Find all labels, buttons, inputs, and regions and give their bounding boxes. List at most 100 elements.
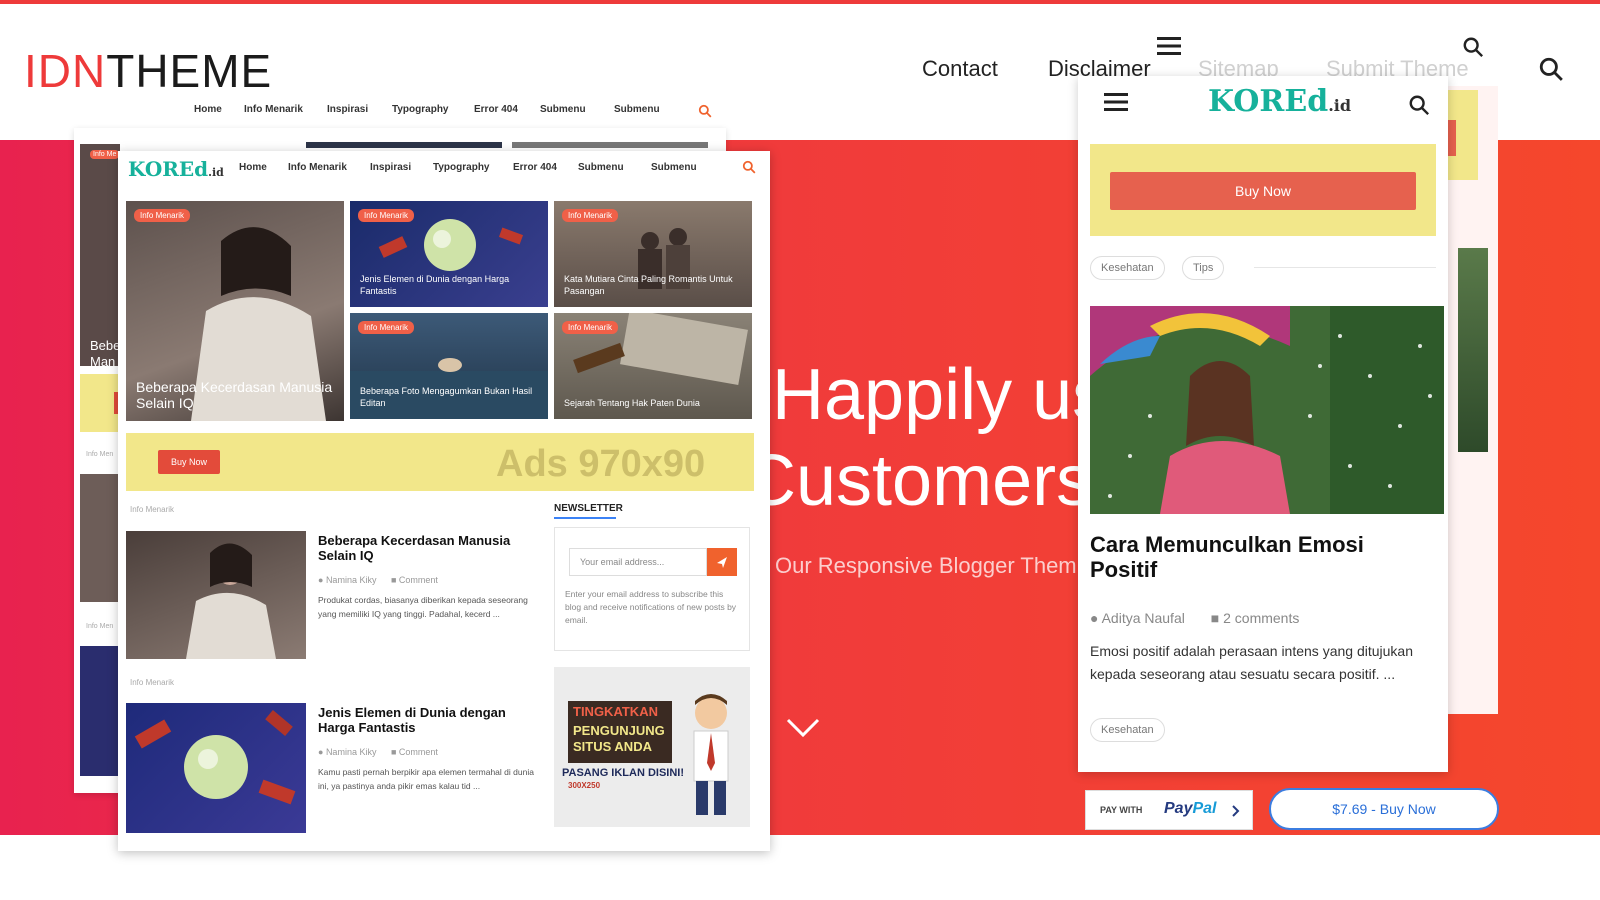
desktop-search-icon[interactable]	[742, 160, 756, 174]
back-post-image-2	[80, 646, 120, 776]
pay-with-label: PAY WITH	[1100, 805, 1143, 815]
back-tile-strip-2	[512, 142, 708, 148]
mobile-hamburger-icon[interactable]	[1104, 92, 1128, 112]
mobile-post-title[interactable]: Cara Memunculkan Emosi Positif	[1090, 532, 1430, 582]
nav-typography[interactable]: Typography	[433, 162, 489, 173]
back-nav-submenu-2[interactable]: Submenu	[614, 104, 660, 115]
promo-size: 300X250	[568, 781, 601, 790]
mobile-ad-banner: Buy Now	[1090, 144, 1436, 236]
tag-kesehatan[interactable]: Kesehatan	[1090, 256, 1165, 280]
featured-caption-3[interactable]: Kata Mutiara Cinta Paling Romantis Untuk…	[564, 273, 742, 297]
scroll-down-chevron-icon[interactable]	[786, 718, 820, 738]
user-icon: ●	[1090, 610, 1102, 626]
post-comments-1[interactable]: Comment	[399, 575, 438, 585]
featured-tile-3[interactable]: Info Menarik Kata Mutiara Cinta Paling R…	[554, 201, 752, 307]
kored-logo[interactable]: KOREd.id	[128, 157, 224, 181]
hero-subtitle: Our Responsive Blogger Them	[775, 553, 1077, 578]
featured-badge[interactable]: Info Menarik	[134, 209, 191, 222]
featured-tile-2[interactable]: Info Menarik Jenis Elemen di Dunia denga…	[350, 201, 548, 307]
tag-kesehatan-bottom[interactable]: Kesehatan	[1090, 718, 1165, 742]
newsletter-underline	[554, 517, 616, 519]
post-image-2[interactable]	[126, 703, 306, 833]
post-author-1[interactable]: Namina Kiky	[326, 575, 377, 585]
back-tile-caption-1: Bebe	[90, 338, 121, 353]
mobile-logo-suffix: .id	[1328, 96, 1352, 115]
featured-badge-3[interactable]: Info Menarik	[562, 209, 619, 222]
back-nav-inspirasi[interactable]: Inspirasi	[327, 104, 368, 115]
logo-theme: THEME	[106, 45, 273, 97]
hero-line-1: Happily us	[772, 355, 1109, 435]
nav-error-404[interactable]: Error 404	[513, 162, 557, 173]
mobile-post-meta: ● Aditya Naufal ■ 2 comments	[1090, 610, 1299, 626]
top-accent-line	[0, 0, 1600, 4]
featured-badge-4[interactable]: Info Menarik	[358, 321, 415, 334]
comment-icon: ■	[390, 575, 399, 585]
mobile-buy-now-button[interactable]: Buy Now	[1110, 172, 1416, 210]
comment-icon: ■	[1210, 610, 1224, 626]
paypal-logo-pay: Pay	[1164, 800, 1193, 817]
search-icon-secondary[interactable]	[1462, 36, 1484, 58]
featured-caption-5[interactable]: Sejarah Tentang Hak Paten Dunia	[564, 397, 742, 409]
newsletter-heading: NEWSLETTER	[554, 503, 623, 514]
user-icon: ●	[318, 747, 326, 757]
back-post-image-1	[80, 474, 120, 602]
price-buy-now-button[interactable]: $7.69 - Buy Now	[1269, 788, 1499, 830]
user-icon: ●	[318, 575, 326, 585]
hero-headline: Happily us Customers.	[744, 352, 1112, 524]
newsletter-send-button[interactable]	[707, 548, 737, 576]
back-search-icon[interactable]	[698, 104, 712, 118]
paypal-button[interactable]: PAY WITH PayPal	[1085, 790, 1253, 830]
post-comments-2[interactable]: Comment	[399, 747, 438, 757]
send-icon	[717, 557, 727, 568]
post-author-2[interactable]: Namina Kiky	[326, 747, 377, 757]
featured-tile-main[interactable]: Info Menarik Beberapa Kecerdasan Manusia…	[126, 201, 344, 421]
site-logo[interactable]: IDNTHEME	[24, 44, 272, 98]
back-nav-home[interactable]: Home	[194, 104, 222, 115]
nav-contact[interactable]: Contact	[922, 56, 998, 82]
nav-info-menarik[interactable]: Info Menarik	[288, 162, 347, 173]
featured-badge-2[interactable]: Info Menarik	[358, 209, 415, 222]
promo-line-4: PASANG IKLAN DISINI!	[562, 767, 685, 779]
back-nav-typography[interactable]: Typography	[392, 104, 448, 115]
post-photo-2	[134, 710, 296, 805]
back-nav-submenu-1[interactable]: Submenu	[540, 104, 586, 115]
screenshot: IDNTHEME Contact Disclaimer Sitemap Subm…	[0, 0, 1600, 900]
promo-line-2: PENGUNJUNG	[573, 723, 665, 738]
newsletter-email-input[interactable]: Your email address...	[569, 548, 707, 576]
back-nav-error-404[interactable]: Error 404	[474, 104, 518, 115]
post-title-1[interactable]: Beberapa Kecerdasan Manusia Selain IQ	[318, 533, 544, 563]
post-excerpt-2: Kamu pasti pernah berpikir apa elemen te…	[318, 767, 534, 791]
nav-inspirasi[interactable]: Inspirasi	[370, 162, 411, 173]
mobile-post-comments[interactable]: 2 comments	[1223, 610, 1299, 626]
featured-tile-4[interactable]: Info Menarik Beberapa Foto Mengagumkan B…	[350, 313, 548, 419]
post-image-1[interactable]	[126, 531, 306, 659]
post-category-2[interactable]: Info Menarik	[130, 678, 174, 687]
tag-tips[interactable]: Tips	[1182, 256, 1225, 280]
featured-badge-5[interactable]: Info Menarik	[562, 321, 619, 334]
mobile-search-icon[interactable]	[1408, 94, 1430, 116]
mobile-post-image[interactable]	[1090, 306, 1444, 514]
nav-submenu-2[interactable]: Submenu	[651, 162, 697, 173]
featured-tile-5[interactable]: Info Menarik Sejarah Tentang Hak Paten D…	[554, 313, 752, 419]
logo-idn: IDN	[24, 45, 107, 97]
nav-home[interactable]: Home	[239, 162, 267, 173]
mobile-post-author[interactable]: Aditya Naufal	[1102, 610, 1185, 626]
hero-line-2: Customers.	[744, 441, 1113, 521]
search-icon[interactable]	[1538, 56, 1564, 82]
post-category-1[interactable]: Info Menarik	[130, 505, 174, 514]
featured-caption-2[interactable]: Jenis Elemen di Dunia dengan Harga Fanta…	[360, 273, 538, 297]
back-nav-info-menarik[interactable]: Info Menarik	[244, 104, 303, 115]
post-title-2[interactable]: Jenis Elemen di Dunia dengan Harga Fanta…	[318, 705, 544, 735]
ad-size-label: Ads 970x90	[496, 443, 706, 485]
mobile-kored-logo[interactable]: KOREd.id	[1208, 84, 1351, 119]
nav-submenu-1[interactable]: Submenu	[578, 162, 624, 173]
post-excerpt-1: Produkat cordas, biasanya diberikan kepa…	[318, 595, 528, 619]
ad-buy-now-button[interactable]: Buy Now	[158, 450, 220, 474]
featured-caption[interactable]: Beberapa Kecerdasan Manusia Selain IQ	[136, 379, 334, 411]
post-meta-1: ● Namina Kiky ■ Comment	[318, 575, 438, 585]
back-mob-image	[1458, 248, 1488, 452]
comment-icon: ■	[390, 747, 399, 757]
featured-caption-4[interactable]: Beberapa Foto Mengagumkan Bukan Hasil Ed…	[360, 385, 538, 409]
promo-ad-300x250[interactable]: TINGKATKAN PENGUNJUNG SITUS ANDA PASANG …	[554, 667, 750, 827]
hamburger-menu-icon[interactable]	[1157, 36, 1181, 56]
